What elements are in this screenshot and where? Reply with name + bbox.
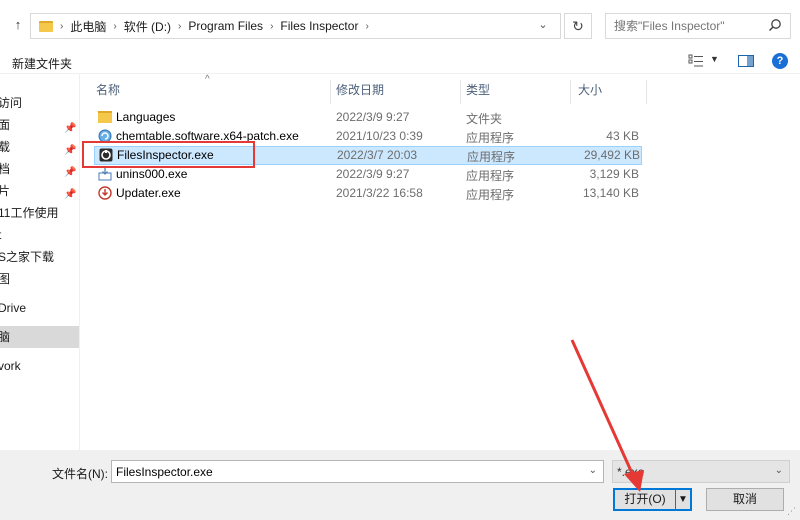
up-arrow-button[interactable]: ↑ — [10, 14, 26, 36]
view-options-icon[interactable] — [688, 54, 704, 68]
chevron-down-icon[interactable]: ⌄ — [531, 13, 555, 39]
address-bar-row: ↑ › 此电脑 › 软件 (D:) › Program Files › File… — [0, 0, 800, 50]
resize-grip-icon[interactable]: ⋰ — [787, 506, 796, 517]
column-header-date[interactable]: 修改日期 — [336, 82, 384, 106]
chevron-right-icon[interactable]: › — [365, 21, 368, 32]
search-input[interactable] — [614, 14, 764, 38]
toolbar: 新建文件夹 ▼ ? — [0, 50, 800, 74]
chevron-down-icon[interactable]: ⌄ — [775, 465, 783, 476]
sidebar-item-this-pc[interactable]: 脑 — [0, 326, 79, 348]
folder-icon — [98, 111, 112, 123]
file-list: ^ 名称 修改日期 类型 大小 Languages 2022/3/9 9:27 … — [80, 74, 800, 450]
column-divider[interactable] — [570, 80, 571, 104]
filename-input[interactable] — [116, 461, 576, 482]
breadcrumb-this-pc[interactable]: 此电脑 — [70, 18, 106, 35]
sidebar-item[interactable]: 档📌 — [0, 158, 79, 180]
updater-icon — [98, 186, 112, 200]
preview-pane-icon[interactable] — [738, 55, 754, 67]
breadcrumb-drive-d[interactable]: 软件 (D:) — [124, 18, 171, 35]
breadcrumb: › 此电脑 › 软件 (D:) › Program Files › Files … — [39, 14, 369, 38]
file-row[interactable]: Languages 2022/3/9 9:27 文件夹 — [94, 108, 642, 127]
sidebar-item[interactable]: 11工作使用 — [0, 202, 79, 224]
sidebar-item[interactable]: 访问 — [0, 92, 79, 114]
column-divider[interactable] — [646, 80, 647, 104]
filename-label: 文件名(N): — [52, 467, 108, 481]
column-divider[interactable] — [330, 80, 331, 104]
uninstaller-icon — [98, 168, 112, 181]
chevron-right-icon[interactable]: › — [113, 21, 116, 32]
filename-combobox[interactable]: ⌄ — [111, 460, 604, 483]
file-row[interactable]: Updater.exe 2021/3/22 16:58 应用程序 13,140 … — [94, 184, 642, 203]
sidebar-item[interactable]: 图 — [0, 268, 79, 290]
sidebar-item[interactable]: 面📌 — [0, 114, 79, 136]
caret-down-icon[interactable]: ▼ — [675, 490, 690, 509]
folder-icon — [39, 20, 53, 32]
filetype-value: *.exe — [617, 465, 645, 479]
cancel-button[interactable]: 取消 — [706, 488, 784, 511]
address-box[interactable]: › 此电脑 › 软件 (D:) › Program Files › Files … — [30, 13, 561, 39]
chevron-right-icon[interactable]: › — [178, 21, 181, 32]
sort-ascending-icon: ^ — [205, 74, 210, 85]
highlight-frame — [82, 141, 255, 168]
help-icon[interactable]: ? — [772, 53, 788, 69]
navigation-pane: 访问 面📌 载📌 档📌 片📌 11工作使用 t S之家下载 图 Drive 脑 … — [0, 74, 80, 450]
column-header-type[interactable]: 类型 — [466, 82, 490, 106]
breadcrumb-files-inspector[interactable]: Files Inspector — [280, 19, 358, 33]
chevron-right-icon[interactable]: › — [270, 21, 273, 32]
column-header-size[interactable]: 大小 — [578, 82, 602, 106]
caret-down-icon[interactable]: ▼ — [710, 54, 719, 64]
search-box[interactable] — [605, 13, 791, 39]
search-icon[interactable] — [768, 18, 782, 32]
refresh-button[interactable]: ↻ — [564, 13, 592, 39]
open-button[interactable]: 打开(O) ▼ — [613, 488, 692, 511]
new-folder-button[interactable]: 新建文件夹 — [12, 55, 72, 72]
chevron-down-icon[interactable]: ⌄ — [589, 465, 597, 476]
sidebar-item-onedrive[interactable]: Drive — [0, 297, 79, 319]
sidebar-item-network[interactable]: vork — [0, 355, 79, 377]
sidebar-item[interactable]: t — [0, 224, 79, 246]
breadcrumb-program-files[interactable]: Program Files — [188, 19, 263, 33]
sidebar-item[interactable]: 载📌 — [0, 136, 79, 158]
sidebar-item[interactable]: 片📌 — [0, 180, 79, 202]
open-button-label: 打开(O) — [624, 492, 666, 506]
chevron-right-icon: › — [60, 20, 64, 32]
dialog-footer: 文件名(N): ⌄ *.exe ⌄ 打开(O) ▼ 取消 ⋰ — [0, 450, 800, 520]
column-divider[interactable] — [460, 80, 461, 104]
column-header-name[interactable]: 名称 — [96, 82, 120, 106]
sidebar-item[interactable]: S之家下载 — [0, 246, 79, 268]
filetype-select[interactable]: *.exe ⌄ — [612, 460, 790, 483]
